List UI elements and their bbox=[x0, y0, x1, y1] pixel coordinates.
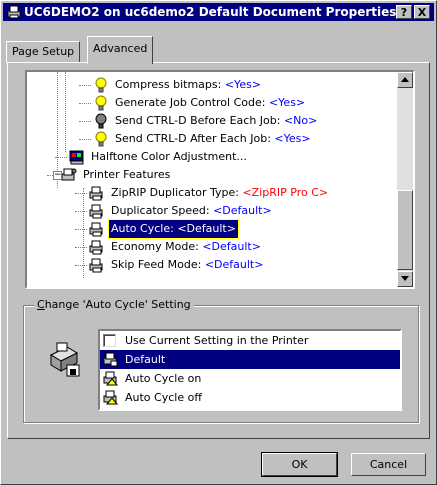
tree-item-value: <Default> bbox=[204, 258, 264, 271]
close-button[interactable]: X bbox=[414, 5, 430, 19]
tree-item-label: Send CTRL-D Before Each Job: <No> bbox=[113, 112, 319, 130]
printer-icon bbox=[89, 186, 103, 201]
tree-item-name: Generate Job Control Code: bbox=[115, 96, 266, 109]
option-label: Auto Cycle off bbox=[125, 391, 202, 404]
checkbox-icon bbox=[103, 334, 116, 347]
tree-connector bbox=[79, 85, 91, 86]
tree-item-name: Economy Mode: bbox=[111, 240, 199, 253]
tree-item-label: ZipRIP Duplicator Type: <ZipRIP Pro C> bbox=[109, 184, 330, 202]
tree-item-label: Generate Job Control Code: <Yes> bbox=[113, 94, 307, 112]
option-auto-cycle-on[interactable]: Auto Cycle on bbox=[100, 369, 400, 388]
tree-item-value: <No> bbox=[283, 114, 318, 127]
color-adjust-icon bbox=[69, 150, 84, 165]
printer-icon bbox=[103, 352, 118, 367]
option-use-current-setting[interactable]: Use Current Setting in the Printer bbox=[100, 331, 400, 350]
scroll-up-button[interactable] bbox=[397, 72, 413, 88]
option-label: Use Current Setting in the Printer bbox=[125, 334, 309, 347]
tree-item-name: Auto Cycle: bbox=[111, 222, 174, 235]
tree-item-label: Send CTRL-D After Each Job: <Yes> bbox=[113, 130, 313, 148]
printer-icon bbox=[89, 222, 103, 237]
tree-connector bbox=[79, 121, 91, 122]
scroll-down-button[interactable] bbox=[397, 271, 413, 287]
tree-item-label: Duplicator Speed: <Default> bbox=[109, 202, 274, 220]
tree-connector bbox=[55, 157, 67, 158]
printer-icon bbox=[89, 258, 103, 273]
tree-connector bbox=[75, 265, 87, 266]
lightbulb-icon bbox=[95, 77, 107, 93]
tree-scrollbar[interactable] bbox=[397, 72, 413, 287]
collapse-toggle-icon[interactable]: − bbox=[53, 171, 62, 180]
tree-item-label: Compress bitmaps: <Yes> bbox=[113, 76, 263, 94]
tree-item-name: Send CTRL-D Before Each Job: bbox=[115, 114, 281, 127]
tree-connector bbox=[75, 193, 87, 194]
group-title-accelerator: C bbox=[37, 298, 45, 311]
tree-connector bbox=[75, 247, 87, 248]
tree-item-value: <Yes> bbox=[268, 96, 306, 109]
tree-item-value: <ZipRIP Pro C> bbox=[242, 186, 329, 199]
tree-item-name: Send CTRL-D After Each Job: bbox=[115, 132, 271, 145]
title-bar[interactable]: UC6DEMO2 on uc6demo2 Default Document Pr… bbox=[3, 3, 434, 21]
printer-option-icon bbox=[103, 371, 118, 386]
tree-item-label: Auto Cycle: <Default> bbox=[108, 219, 239, 239]
properties-dialog: UC6DEMO2 on uc6demo2 Default Document Pr… bbox=[0, 0, 437, 485]
tree-item-name: Duplicator Speed: bbox=[111, 204, 210, 217]
option-default[interactable]: Default bbox=[100, 350, 400, 369]
tree-item-value: <Default> bbox=[202, 240, 261, 253]
ok-button[interactable]: OK bbox=[261, 452, 338, 477]
tree-item-value: <Yes> bbox=[224, 78, 262, 91]
tree-item-name: Compress bitmaps: bbox=[115, 78, 222, 91]
settings-tree[interactable]: Compress bitmaps: <Yes> Generate Job Cont… bbox=[25, 70, 415, 289]
cancel-button[interactable]: Cancel bbox=[351, 453, 426, 476]
printer-app-icon bbox=[7, 5, 21, 19]
tree-item-label: Printer Features bbox=[81, 166, 172, 184]
tree-item-label: Economy Mode: <Default> bbox=[109, 238, 263, 256]
tree-item-name: ZipRIP Duplicator Type: bbox=[111, 186, 239, 199]
printer-setting-icon bbox=[49, 342, 80, 377]
tree-item-value: <Default> bbox=[177, 222, 236, 235]
lightbulb-off-icon bbox=[95, 113, 107, 129]
tree-item-name: Skip Feed Mode: bbox=[111, 258, 202, 271]
setting-options-list[interactable]: Use Current Setting in the Printer Defau… bbox=[98, 329, 402, 411]
option-label: Default bbox=[125, 353, 166, 366]
window-title: UC6DEMO2 on uc6demo2 Default Document Pr… bbox=[24, 5, 397, 19]
printer-option-icon bbox=[103, 390, 118, 405]
tree-item-label: Halftone Color Adjustment... bbox=[89, 148, 249, 166]
group-title: Change 'Auto Cycle' Setting bbox=[34, 298, 194, 312]
tree-connector bbox=[75, 211, 87, 212]
printer-features-icon bbox=[61, 168, 77, 181]
group-title-text: hange 'Auto Cycle' Setting bbox=[44, 298, 191, 311]
scroll-thumb[interactable] bbox=[397, 190, 413, 270]
help-button[interactable]: ? bbox=[396, 5, 412, 19]
tree-item-label: Skip Feed Mode: <Default> bbox=[109, 256, 265, 274]
option-auto-cycle-off[interactable]: Auto Cycle off bbox=[100, 388, 400, 407]
tree-item-value: <Default> bbox=[213, 204, 272, 217]
printer-icon bbox=[89, 240, 103, 255]
tab-page-setup[interactable]: Page Setup bbox=[6, 41, 81, 63]
tree-item-value: <Yes> bbox=[274, 132, 311, 145]
arrow-up-icon bbox=[401, 77, 409, 82]
tree-item-name: Printer Features bbox=[83, 168, 171, 181]
tree-connector bbox=[79, 139, 91, 140]
tab-advanced[interactable]: Advanced bbox=[87, 36, 154, 64]
lightbulb-icon bbox=[95, 131, 107, 147]
tree-guide-line bbox=[65, 72, 66, 152]
tree-connector bbox=[79, 103, 91, 104]
tree-connector bbox=[75, 229, 87, 230]
arrow-down-icon bbox=[401, 276, 409, 281]
tree-item-name: Halftone Color Adjustment... bbox=[91, 150, 247, 163]
lightbulb-icon bbox=[95, 95, 107, 111]
tree-content: Compress bitmaps: <Yes> Generate Job Cont… bbox=[27, 72, 397, 287]
option-label: Auto Cycle on bbox=[125, 372, 202, 385]
printer-icon bbox=[89, 204, 103, 219]
